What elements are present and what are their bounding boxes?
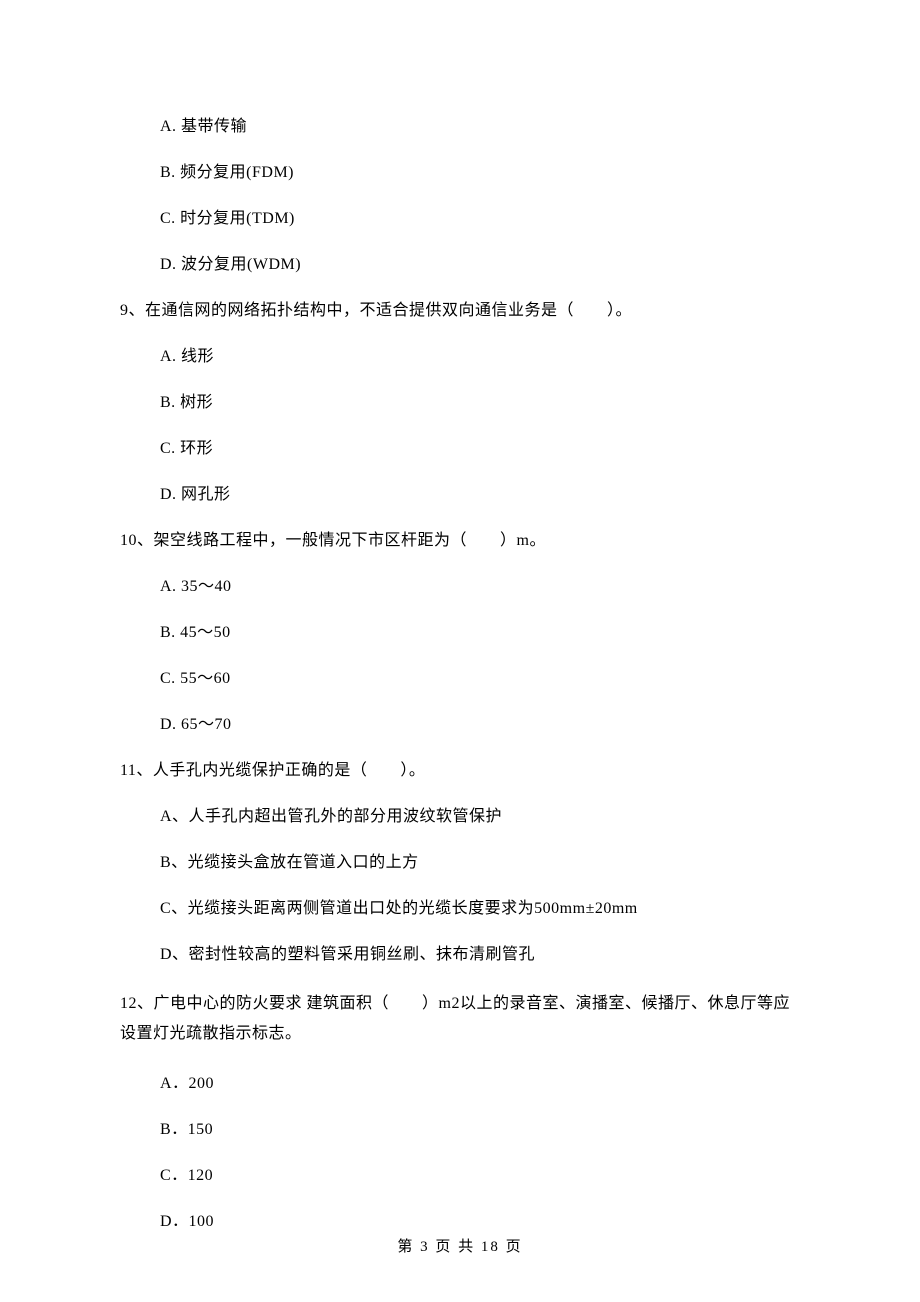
prev-option-d: D. 波分复用(WDM) [160,253,800,277]
question-12-option-b: B．150 [160,1118,800,1142]
question-10-option-c: C. 55～60 [160,667,800,691]
question-9-option-a: A. 线形 [160,345,800,369]
question-9-option-d: D. 网孔形 [160,483,800,507]
page-content: A. 基带传输 B. 频分复用(FDM) C. 时分复用(TDM) D. 波分复… [0,0,920,1234]
question-9-option-c: C. 环形 [160,437,800,461]
question-10-stem: 10、架空线路工程中，一般情况下市区杆距为（ ）m。 [120,529,800,553]
question-12-option-c: C．120 [160,1164,800,1188]
question-10-option-d: D. 65～70 [160,713,800,737]
question-11-option-b: B、光缆接头盒放在管道入口的上方 [160,851,800,875]
question-11-stem: 11、人手孔内光缆保护正确的是（ ）。 [120,759,800,783]
question-12-option-a: A．200 [160,1072,800,1096]
question-9-option-b: B. 树形 [160,391,800,415]
question-11-option-a: A、人手孔内超出管孔外的部分用波纹软管保护 [160,805,800,829]
prev-option-b: B. 频分复用(FDM) [160,161,800,185]
question-11-option-d: D、密封性较高的塑料管采用铜丝刷、抹布清刷管孔 [160,943,800,967]
page-footer: 第 3 页 共 18 页 [0,1235,920,1256]
question-12-option-d: D．100 [160,1210,800,1234]
question-10-option-a: A. 35～40 [160,575,800,599]
prev-option-a: A. 基带传输 [160,115,800,139]
question-12-stem: 12、广电中心的防火要求 建筑面积（ ）m2以上的录音室、演播室、候播厅、休息厅… [120,989,800,1050]
question-9-stem: 9、在通信网的网络拓扑结构中，不适合提供双向通信业务是（ ）。 [120,299,800,323]
question-10-option-b: B. 45～50 [160,621,800,645]
question-11-option-c: C、光缆接头距离两侧管道出口处的光缆长度要求为500mm±20mm [160,897,800,921]
prev-option-c: C. 时分复用(TDM) [160,207,800,231]
